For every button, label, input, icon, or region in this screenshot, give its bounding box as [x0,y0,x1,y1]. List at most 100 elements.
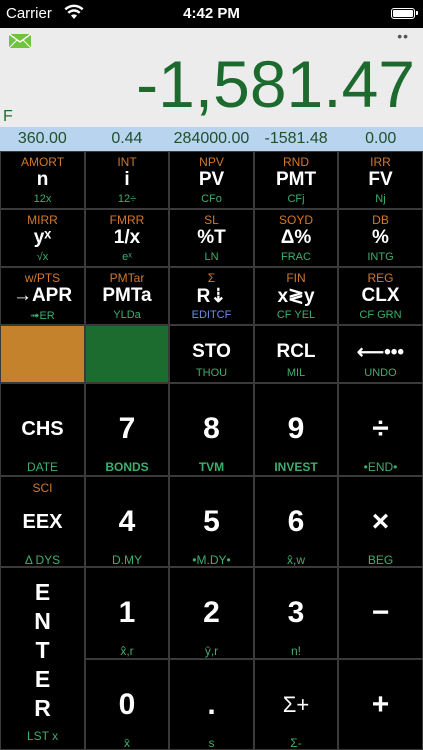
key-label: CLX [361,285,400,306]
key-label-bottom: LST x [26,729,59,743]
key-label: 7 [118,412,136,445]
mail-icon[interactable] [9,34,31,48]
key-i[interactable]: INT i 12÷ [85,151,169,209]
register-n: 360.00 [17,130,67,147]
key-label-bottom: INVEST [274,460,318,474]
key-fv[interactable]: IRR FV Nj [338,151,423,209]
key-3[interactable]: 3 n! [254,567,338,659]
key-6[interactable]: 6 x̂,w [254,476,338,567]
key-label-bottom: ➟ER [30,310,55,322]
f-shift-key[interactable] [0,325,85,383]
key-chs[interactable]: CHS DATE [0,383,85,476]
key-label-top: Σ [207,271,216,285]
key-label-top: DB [372,213,389,227]
key-label-top: IRR [370,155,391,169]
key-y-power-x[interactable]: MIRR yˣ √x [0,209,85,267]
key-label-bottom: Δ DYS [24,553,61,567]
key-sigma-plus[interactable]: Σ+ Σ- [254,659,338,750]
key-multiply[interactable]: × BEG [338,476,423,567]
key-label: Δ% [280,227,312,248]
key-8[interactable]: 8 TVM [169,383,254,476]
key-label-top: SCI [32,481,53,495]
keypad: AMORT n 12x INT i 12÷ NPV PV CFo RND PMT… [0,151,423,750]
key-label-bottom: DATE [26,460,59,474]
register-pmt: -1581.48 [264,130,328,147]
key-n[interactable]: AMORT n 12x [0,151,85,209]
key-label: CHS [21,418,64,440]
register-pv: 284000.00 [173,130,250,147]
key-7[interactable]: 7 BONDS [85,383,169,476]
key-label-bottom: 12÷ [117,193,137,205]
key-1[interactable]: 1 x̂,r [85,567,169,659]
key-label-bottom: •M.DY• [192,553,231,567]
key-0[interactable]: 0 x̄ [85,659,169,750]
key-reciprocal[interactable]: FMRR 1/x eˣ [85,209,169,267]
key-clx[interactable]: REG CLX CF GRN [338,267,423,325]
key-divide[interactable]: ÷ •END• [338,383,423,476]
key-label: EEX [22,511,63,533]
key-pmta[interactable]: PMTar PMTa YLDa [85,267,169,325]
key-label-top: FIN [286,271,306,285]
menu-dots-icon[interactable]: •• [397,28,409,44]
key-label-bottom: D.MY [112,553,142,567]
key-add[interactable]: + [338,659,423,750]
key-label-bottom: x̂,w [287,553,305,567]
key-eex[interactable]: SCI EEX Δ DYS [0,476,85,567]
key-apr[interactable]: w/PTS →APR ➟ER [0,267,85,325]
key-label-bottom: MIL [286,367,306,379]
key-label: PMT [275,169,317,190]
key-swap-xy[interactable]: FIN x≷y CF YEL [254,267,338,325]
key-label: 1/x [113,227,141,248]
plus-icon: + [371,688,390,721]
key-percent-total[interactable]: SL %T LN [169,209,254,267]
key-pmt[interactable]: RND PMT CFj [254,151,338,209]
key-label: x≷y [277,286,315,307]
key-delta-percent[interactable]: SOYD Δ% FRAC [254,209,338,267]
key-4[interactable]: 4 D.MY [85,476,169,567]
calculator-display: •• -1,581.47 F [0,28,423,127]
key-label: Σ+ [282,692,310,717]
key-label-top: MIRR [27,213,58,227]
key-label-bottom: LN [204,251,219,263]
key-label-bottom: Σ- [290,736,302,750]
key-enter[interactable]: E N T E R LST x [0,567,85,750]
key-label: PV [198,169,225,190]
key-label: RCL [276,341,316,362]
key-rcl[interactable]: RCL MIL [254,325,338,383]
key-subtract[interactable]: − [338,567,423,659]
key-label: i [124,169,130,190]
key-roll-down[interactable]: Σ R⇣ EDITCF [169,267,254,325]
key-label-top: NPV [199,155,224,169]
key-label-bottom: n! [290,644,301,658]
key-label-top: w/PTS [24,271,61,285]
key-label-bottom: CFo [201,193,222,205]
key-label-bottom: CF GRN [359,309,402,321]
key-label: R⇣ [196,286,227,307]
key-label: 0 [118,688,136,721]
divide-icon: ÷ [372,412,389,445]
key-label-bottom: CFj [287,193,305,205]
register-fv: 0.00 [365,130,397,147]
key-2[interactable]: 2 ŷ,r [169,567,254,659]
key-percent[interactable]: DB % INTG [338,209,423,267]
key-backspace[interactable]: ⟵••• UNDO [338,325,423,383]
enter-label: E N T E R [34,579,51,721]
key-5[interactable]: 5 •M.DY• [169,476,254,567]
key-decimal[interactable]: . s [169,659,254,750]
key-label: n [36,169,49,190]
key-label-bottom: EDITCF [191,309,232,321]
key-sto[interactable]: STO THOU [169,325,254,383]
register-i: 0.44 [111,130,143,147]
key-label-top: PMTar [109,271,145,285]
key-label-bottom: BEG [367,553,394,567]
key-label: % [372,227,389,248]
key-9[interactable]: 9 INVEST [254,383,338,476]
minus-icon: − [371,596,390,629]
key-pv[interactable]: NPV PV CFo [169,151,254,209]
g-shift-key[interactable] [85,325,169,383]
key-label-bottom: THOU [195,367,228,379]
key-label-top: AMORT [20,155,65,169]
multiply-icon: × [371,505,390,538]
key-label-bottom: INTG [367,251,394,263]
key-label-bottom: s [208,736,215,750]
